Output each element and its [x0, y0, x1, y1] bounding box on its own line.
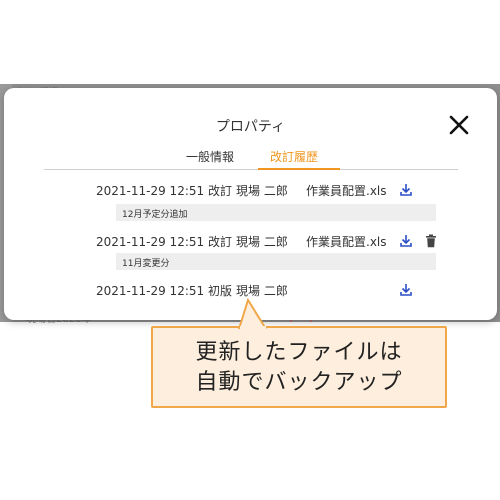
download-icon: [400, 235, 412, 247]
callout-text: 更新したファイルは 自動でバックアップ: [153, 338, 445, 398]
delete-button[interactable]: [425, 234, 437, 248]
download-button[interactable]: [399, 282, 413, 298]
tab-bar: 一般情報 改訂履歴: [4, 148, 497, 170]
download-icon: [400, 284, 412, 296]
revision-user: 現場 二郎: [236, 184, 288, 198]
tab-divider: [44, 169, 458, 170]
callout-line-1: 更新したファイルは: [195, 340, 403, 365]
close-icon: [449, 115, 469, 135]
revision-user: 現場 二郎: [236, 284, 288, 298]
revision-user: 現場 二郎: [236, 235, 288, 249]
callout-box: 更新したファイルは 自動でバックアップ: [151, 326, 447, 408]
revision-row: 2021-11-29 12:51 改訂 現場 二郎 作業員配置.xls: [4, 231, 497, 251]
revision-row: 2021-11-29 12:51 改訂 現場 二郎 作業員配置.xls: [4, 180, 497, 200]
revision-note: 11月変更分: [116, 253, 436, 270]
tab-general-info[interactable]: 一般情報: [186, 148, 234, 165]
callout-line-2: 自動でバックアップ: [195, 370, 403, 395]
close-button[interactable]: [446, 112, 472, 138]
revision-date: 2021-11-29 12:51 改訂: [96, 235, 232, 249]
revision-row: 2021-11-29 12:51 初版 現場 二郎: [4, 280, 497, 300]
properties-dialog: プロパティ 一般情報 改訂履歴 2021-11-29 12:51 改訂 現場 二…: [4, 88, 497, 320]
revision-date: 2021-11-29 12:51 初版: [96, 284, 232, 298]
download-icon: [400, 184, 412, 196]
download-button[interactable]: [399, 233, 413, 249]
revision-file-name[interactable]: 作業員配置.xls: [306, 233, 387, 250]
tab-revision-history[interactable]: 改訂履歴: [270, 148, 318, 165]
revision-date: 2021-11-29 12:51 改訂: [96, 184, 232, 198]
revision-file-name[interactable]: 作業員配置.xls: [306, 182, 387, 199]
download-button[interactable]: [399, 182, 413, 198]
trash-icon: [426, 234, 436, 248]
dialog-title: プロパティ: [215, 119, 286, 135]
revision-note: 12月予定分追加: [116, 204, 436, 221]
callout-pointer: [238, 298, 267, 330]
tab-active-indicator: [258, 168, 340, 170]
